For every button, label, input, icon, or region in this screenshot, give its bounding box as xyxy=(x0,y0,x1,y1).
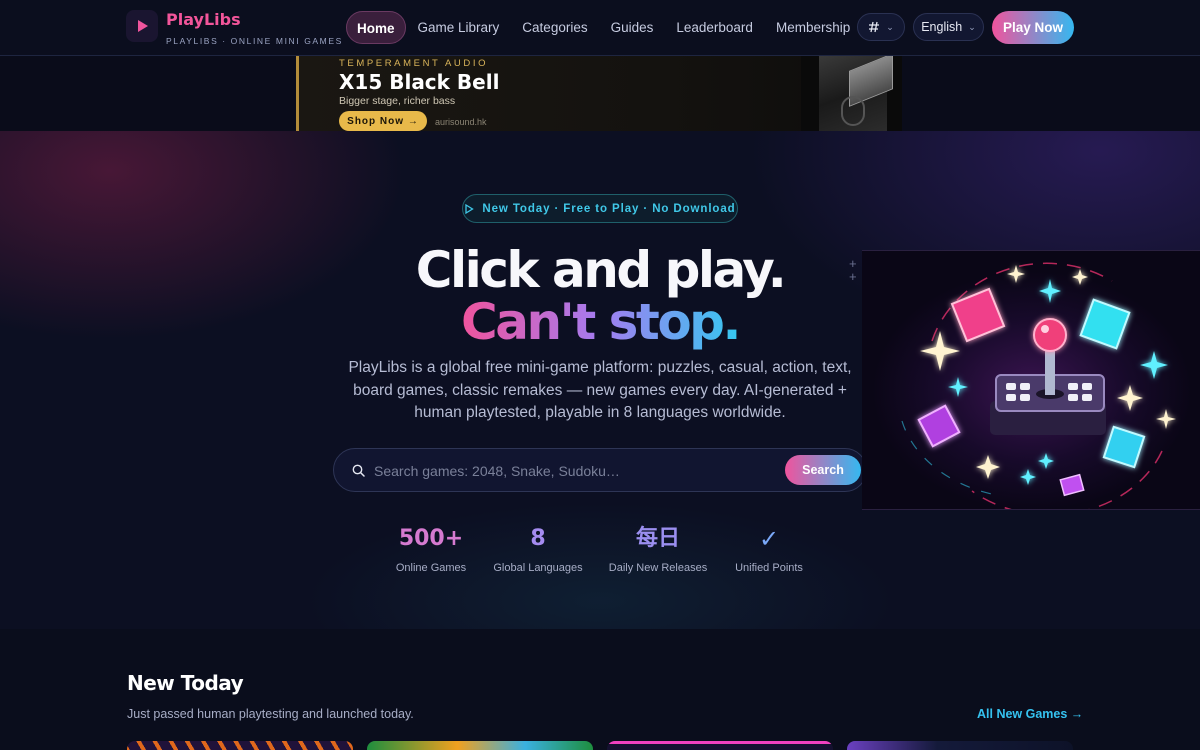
brand-tagline: PLAYLIBS · ONLINE MINI GAMES xyxy=(166,36,343,46)
ad-domain: aurisound.hk xyxy=(435,117,487,127)
stat-label: Online Games xyxy=(395,562,467,574)
ad-photo-bg xyxy=(819,56,893,131)
game-card-thumbnail[interactable] xyxy=(127,741,353,750)
new-today-subtitle: Just passed human playtesting and launch… xyxy=(127,707,414,721)
ad-kicker: TEMPERAMENT AUDIO xyxy=(339,58,489,69)
language-label: English xyxy=(921,20,963,34)
theme-icon xyxy=(869,21,880,33)
stat-languages: 8 Global Languages xyxy=(490,524,586,574)
stat-daily-releases: 每日 Daily New Releases xyxy=(606,524,710,574)
top-nav: PlayLibs PLAYLIBS · ONLINE MINI GAMES Ho… xyxy=(0,0,1200,56)
nav-game-library[interactable]: Game Library xyxy=(407,11,511,44)
search-icon xyxy=(352,464,365,477)
stat-value: 500+ xyxy=(398,526,464,551)
hero-illustration xyxy=(862,250,1200,510)
hero-badge-text: New Today · Free to Play · No Download xyxy=(482,202,736,215)
game-card-thumbnail[interactable] xyxy=(847,741,1073,750)
hero-section: New Today · Free to Play · No Download C… xyxy=(0,131,1200,629)
chevron-down-icon: ⌄ xyxy=(968,21,976,32)
logo-play-icon[interactable] xyxy=(126,10,158,42)
ad-banner[interactable]: TEMPERAMENT AUDIO X15 Black Bell Bigger … xyxy=(296,56,902,131)
play-outline-icon xyxy=(465,203,475,214)
ad-shop-button[interactable]: Shop Now → xyxy=(339,111,427,131)
hero-headline-gradient: Can't stop. xyxy=(461,293,741,351)
arcade-joystick-illustration xyxy=(901,262,1176,509)
search-button[interactable]: Search xyxy=(785,455,861,485)
nav-links: Home Game Library Categories Guides Lead… xyxy=(346,11,862,44)
ad-strip: TEMPERAMENT AUDIO X15 Black Bell Bigger … xyxy=(0,56,1200,131)
stat-label: Unified Points xyxy=(735,562,803,574)
ad-cable-shape xyxy=(841,96,865,126)
stat-unified-points: ✓ Unified Points xyxy=(730,524,808,574)
search-bar: Search xyxy=(333,448,867,492)
game-card-thumbnail[interactable] xyxy=(607,741,833,750)
hero-badge: New Today · Free to Play · No Download xyxy=(462,194,738,223)
hero-description: PlayLibs is a global free mini-game plat… xyxy=(348,359,852,421)
play-now-button[interactable]: Play Now xyxy=(992,11,1074,44)
new-today-title: New Today xyxy=(127,671,244,695)
stat-label: Daily New Releases xyxy=(608,562,708,574)
ad-product-image xyxy=(801,56,902,131)
plus-decoration-icon: + + xyxy=(849,256,857,284)
stat-label: Global Languages xyxy=(493,562,583,574)
nav-guides[interactable]: Guides xyxy=(600,11,665,44)
stat-value: 每日 xyxy=(635,526,680,551)
language-selector[interactable]: English ⌄ xyxy=(913,13,984,41)
nav-leaderboard[interactable]: Leaderboard xyxy=(665,11,764,44)
nav-categories[interactable]: Categories xyxy=(511,11,598,44)
search-input[interactable] xyxy=(374,459,774,483)
game-card-thumbnail[interactable] xyxy=(367,741,593,750)
ad-title: X15 Black Bell xyxy=(339,70,500,94)
all-new-games-link[interactable]: All New Games → xyxy=(977,707,1083,721)
brand-name[interactable]: PlayLibs xyxy=(166,10,241,29)
stat-value: 8 xyxy=(530,526,546,551)
stat-value: ✓ xyxy=(758,525,780,553)
ad-subtitle: Bigger stage, richer bass xyxy=(339,95,456,107)
nav-membership[interactable]: Membership xyxy=(765,11,861,44)
nav-home[interactable]: Home xyxy=(346,11,406,44)
chevron-down-icon: ⌄ xyxy=(886,21,894,32)
theme-switcher[interactable]: ⌄ xyxy=(857,13,905,41)
stat-games: 500+ Online Games xyxy=(392,524,470,574)
